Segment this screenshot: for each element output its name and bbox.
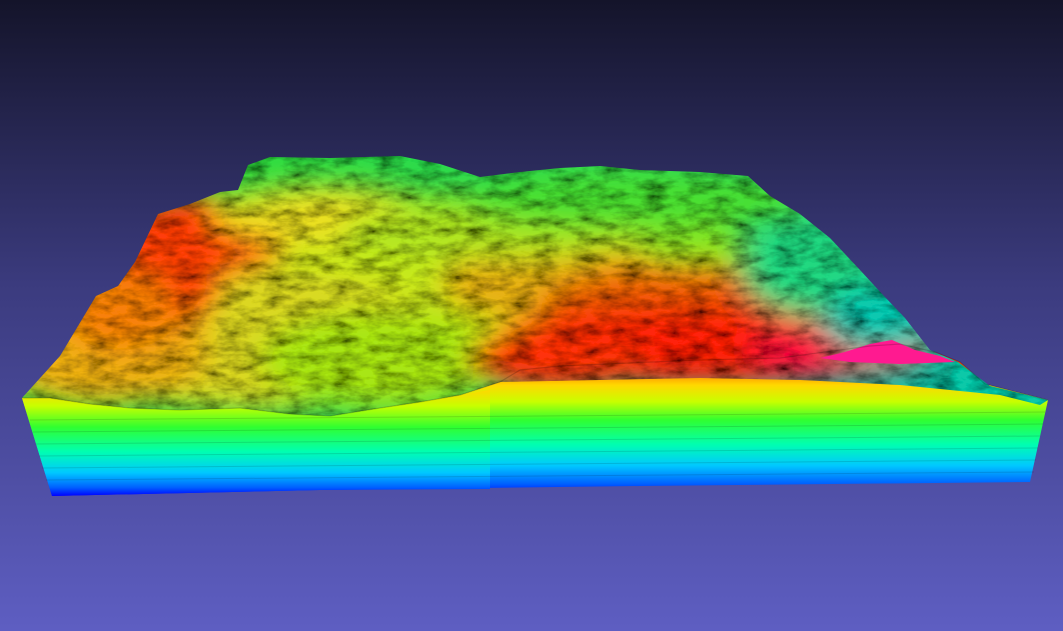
- 3d-viewport[interactable]: [0, 0, 1063, 631]
- terrain-scene[interactable]: [0, 0, 1063, 631]
